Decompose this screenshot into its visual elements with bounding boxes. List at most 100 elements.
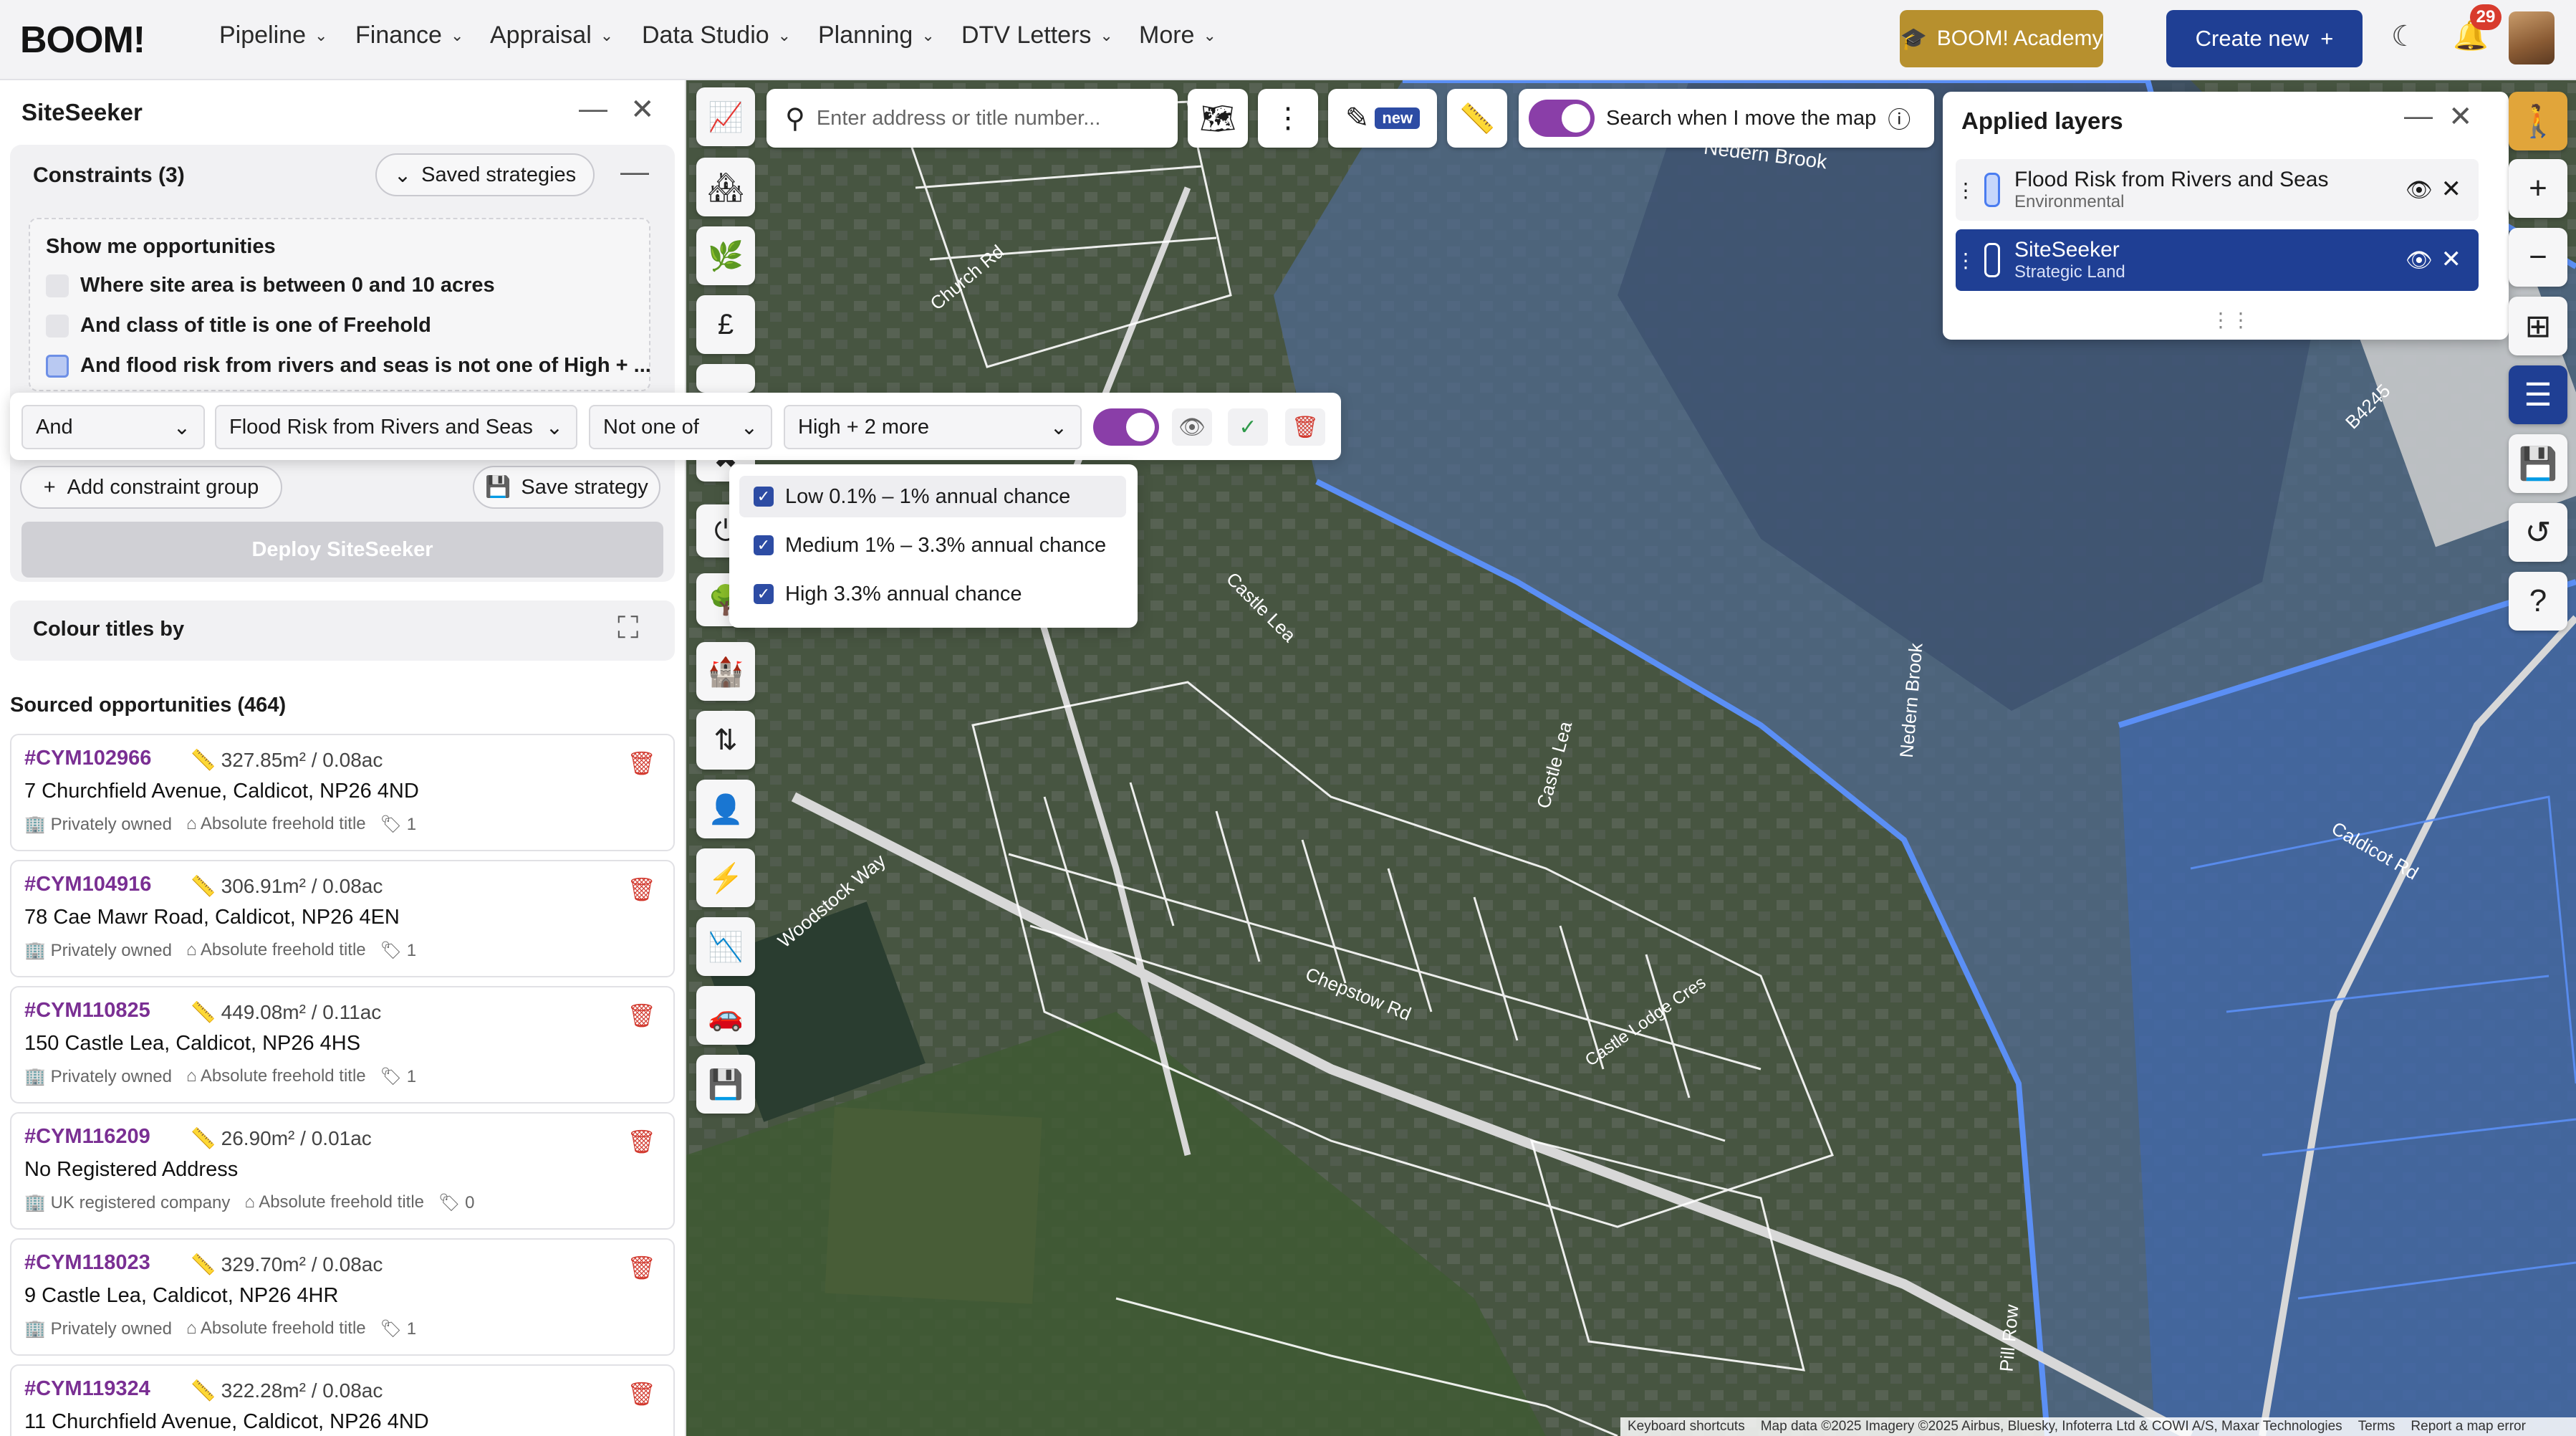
remove-layer-icon[interactable]: ✕	[2441, 245, 2462, 274]
map-type-icon[interactable]: 🗺	[1188, 89, 1248, 148]
draw-tool-button[interactable]: ✎ new	[1328, 89, 1437, 148]
user-pin-icon[interactable]: 👤	[696, 780, 755, 838]
layer-item-siteseeker[interactable]: ⋮⋮ SiteSeeker Strategic Land 👁 ✕	[1956, 229, 2479, 291]
add-constraint-group-button[interactable]: + Add constraint group	[20, 466, 282, 509]
opportunity-card[interactable]: #CYM102966 📏 327.85m² / 0.08ac 7 Churchfie…	[10, 734, 675, 851]
nav-data-studio[interactable]: Data Studio ⌄	[642, 21, 791, 49]
deploy-siteseeker-button[interactable]: Deploy SiteSeeker	[21, 522, 663, 578]
nav-planning[interactable]: Planning ⌄	[818, 21, 935, 49]
route-icon[interactable]: ⇅	[696, 711, 755, 770]
expand-icon[interactable]: ⛶	[617, 611, 638, 646]
save-icon[interactable]: 💾	[2509, 434, 2567, 493]
opportunity-ref[interactable]: #CYM110825	[24, 999, 150, 1023]
saved-strategies-dropdown[interactable]: ⌄ Saved strategies	[375, 153, 595, 196]
castle-icon[interactable]: 🏰	[696, 642, 755, 701]
checkbox-checked-icon[interactable]: ✓	[754, 487, 774, 507]
user-avatar[interactable]	[2509, 11, 2555, 64]
constraint-row[interactable]: Where site area is between 0 and 10 acre…	[46, 274, 495, 297]
resize-grip-icon[interactable]: ⋮⋮	[2211, 308, 2251, 332]
buildings-icon[interactable]: 🏘	[696, 158, 755, 216]
delete-trash-icon[interactable]: 🗑	[627, 1128, 656, 1155]
layers-icon[interactable]: ☰	[2509, 365, 2567, 424]
checkbox-checked-icon[interactable]: ✓	[754, 535, 774, 555]
eye-icon[interactable]: 👁	[2406, 178, 2433, 203]
boom-academy-button[interactable]: 🎓 BOOM! Academy	[1900, 10, 2103, 67]
constraint-checkbox[interactable]	[46, 274, 69, 297]
more-vertical-icon[interactable]: ⋮	[1258, 89, 1318, 148]
collapse-constraints-icon[interactable]: —	[620, 156, 649, 188]
create-new-button[interactable]: Create new +	[2166, 10, 2363, 67]
confirm-check-icon[interactable]: ✓	[1228, 408, 1268, 446]
nav-appraisal[interactable]: Appraisal ⌄	[490, 21, 613, 49]
dark-mode-moon-icon[interactable]: ☾	[2391, 20, 2417, 53]
layer-item-flood-risk[interactable]: ⋮⋮ Flood Risk from Rivers and Seas Enviro…	[1956, 159, 2479, 221]
eye-icon[interactable]: 👁	[2406, 248, 2433, 273]
close-icon[interactable]: ✕	[630, 93, 655, 126]
join-select[interactable]: And ⌄	[21, 405, 205, 449]
tool-partial-icon[interactable]	[696, 364, 755, 393]
operator-select[interactable]: Not one of ⌄	[589, 405, 772, 449]
history-icon[interactable]: ↺	[2509, 503, 2567, 562]
remove-layer-icon[interactable]: ✕	[2441, 175, 2462, 204]
boom-logo[interactable]: BOOM!	[20, 19, 145, 62]
search-move-switch[interactable]	[1529, 100, 1595, 137]
minimize-icon[interactable]: —	[2404, 100, 2433, 133]
layer-select[interactable]: Flood Risk from Rivers and Seas ⌄	[215, 405, 577, 449]
nav-dtv-letters[interactable]: DTV Letters ⌄	[961, 21, 1113, 49]
zoom-in-icon[interactable]: +	[2509, 159, 2567, 218]
opportunity-ref[interactable]: #CYM118023	[24, 1251, 150, 1275]
map-search-input[interactable]: ⚲ Enter address or title number...	[766, 89, 1178, 148]
opportunity-card[interactable]: #CYM110825 📏 449.08m² / 0.11ac 150 Castle …	[10, 986, 675, 1104]
info-icon[interactable]: ⓘ	[1888, 102, 1911, 135]
constraint-row[interactable]: And flood risk from rivers and seas is n…	[46, 354, 651, 378]
opportunity-ref[interactable]: #CYM116209	[24, 1125, 150, 1149]
chart-line-icon[interactable]: 📈	[696, 87, 755, 146]
delete-trash-icon[interactable]: 🗑	[627, 1002, 656, 1029]
drag-handle-icon[interactable]: ⋮⋮	[1956, 249, 1996, 272]
save-map-icon[interactable]: 💾	[696, 1055, 755, 1114]
save-strategy-button[interactable]: 💾 Save strategy	[473, 466, 660, 509]
pound-icon[interactable]: £	[696, 295, 755, 354]
leaf-icon[interactable]: 🌿	[696, 226, 755, 285]
opportunity-ref[interactable]: #CYM102966	[24, 747, 151, 770]
ruler-icon[interactable]: 📏	[1447, 89, 1507, 148]
minimize-icon[interactable]: —	[579, 93, 607, 125]
car-icon[interactable]: 🚗	[696, 986, 755, 1045]
delete-trash-icon[interactable]: 🗑	[627, 1254, 656, 1281]
delete-trash-icon[interactable]: 🗑	[627, 750, 656, 777]
opportunity-card[interactable]: #CYM104916 📏 306.91m² / 0.08ac 78 Cae Mawr…	[10, 860, 675, 977]
constraint-checkbox[interactable]	[46, 314, 69, 338]
nav-pipeline[interactable]: Pipeline ⌄	[219, 21, 327, 49]
opportunity-ref[interactable]: #CYM104916	[24, 873, 151, 896]
report-error-link[interactable]: Report a map error	[2411, 1419, 2526, 1435]
opportunity-ref[interactable]: #CYM119324	[24, 1377, 150, 1401]
constraint-checkbox[interactable]	[46, 354, 69, 378]
opportunity-card[interactable]: #CYM118023 📏 329.70m² / 0.08ac 9 Castle Le…	[10, 1238, 675, 1356]
constraint-row[interactable]: And class of title is one of Freehold	[46, 314, 431, 338]
keyboard-shortcuts-link[interactable]: Keyboard shortcuts	[1628, 1419, 1745, 1435]
nav-finance[interactable]: Finance ⌄	[355, 21, 463, 49]
constraint-enabled-toggle[interactable]	[1093, 408, 1159, 446]
eye-icon[interactable]: 👁	[1172, 408, 1212, 446]
close-icon[interactable]: ✕	[2448, 100, 2473, 133]
delete-trash-icon[interactable]: 🗑	[1285, 408, 1325, 446]
help-icon[interactable]: ?	[2509, 572, 2567, 631]
street-view-pegman-icon[interactable]: 🚶	[2509, 92, 2567, 150]
opportunity-card[interactable]: #CYM119324 📏 322.28m² / 0.08ac 11 Churchfi…	[10, 1364, 675, 1436]
delete-trash-icon[interactable]: 🗑	[627, 1380, 656, 1407]
value-select[interactable]: High + 2 more ⌄	[784, 405, 1082, 449]
zoom-out-icon[interactable]: −	[2509, 228, 2567, 287]
checkbox-checked-icon[interactable]: ✓	[754, 584, 774, 604]
terms-link[interactable]: Terms	[2358, 1419, 2395, 1435]
option-medium[interactable]: ✓ Medium 1% – 3.3% annual chance	[739, 525, 1126, 566]
grid-icon[interactable]: ⊞	[2509, 297, 2567, 355]
search-when-move-toggle[interactable]: Search when I move the map ⓘ	[1519, 89, 1934, 148]
opportunity-card[interactable]: #CYM116209 📏 26.90m² / 0.01ac No Registere…	[10, 1112, 675, 1230]
pylon-icon[interactable]: ⚡	[696, 848, 755, 907]
option-low[interactable]: ✓ Low 0.1% – 1% annual chance	[739, 476, 1126, 517]
delete-trash-icon[interactable]: 🗑	[627, 876, 656, 903]
option-high[interactable]: ✓ High 3.3% annual chance	[739, 573, 1126, 615]
area-chart-icon[interactable]: 📉	[696, 917, 755, 976]
nav-more[interactable]: More ⌄	[1139, 21, 1216, 49]
drag-handle-icon[interactable]: ⋮⋮	[1956, 178, 1996, 202]
